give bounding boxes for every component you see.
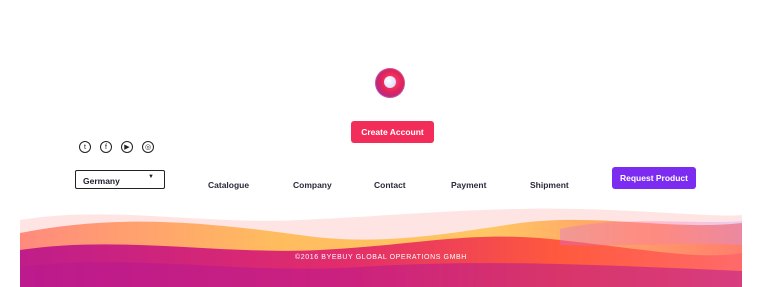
facebook-icon[interactable]: f: [100, 141, 112, 153]
decorative-wave-footer: [20, 208, 742, 287]
nav-link-contact[interactable]: Contact: [374, 180, 406, 190]
nav-link-shipment[interactable]: Shipment: [530, 180, 569, 190]
copyright-text: ©2016 BYEBUY GLOBAL OPERATIONS GMBH: [295, 254, 467, 261]
chevron-down-icon: ▼: [148, 174, 154, 180]
nav-link-catalogue[interactable]: Catalogue: [208, 180, 249, 190]
country-select-value: Germany: [83, 176, 120, 186]
nav-link-company[interactable]: Company: [293, 180, 332, 190]
create-account-button[interactable]: Create Account: [351, 121, 434, 143]
request-product-button[interactable]: Request Product: [612, 167, 696, 189]
youtube-icon[interactable]: ▶: [121, 141, 133, 153]
social-links: t f ▶ ◎: [79, 141, 154, 153]
nav-link-payment[interactable]: Payment: [451, 180, 486, 190]
country-select[interactable]: Germany ▼: [75, 170, 165, 189]
brand-logo-icon[interactable]: [375, 68, 405, 98]
twitter-icon[interactable]: t: [79, 141, 91, 153]
instagram-icon[interactable]: ◎: [142, 141, 154, 153]
